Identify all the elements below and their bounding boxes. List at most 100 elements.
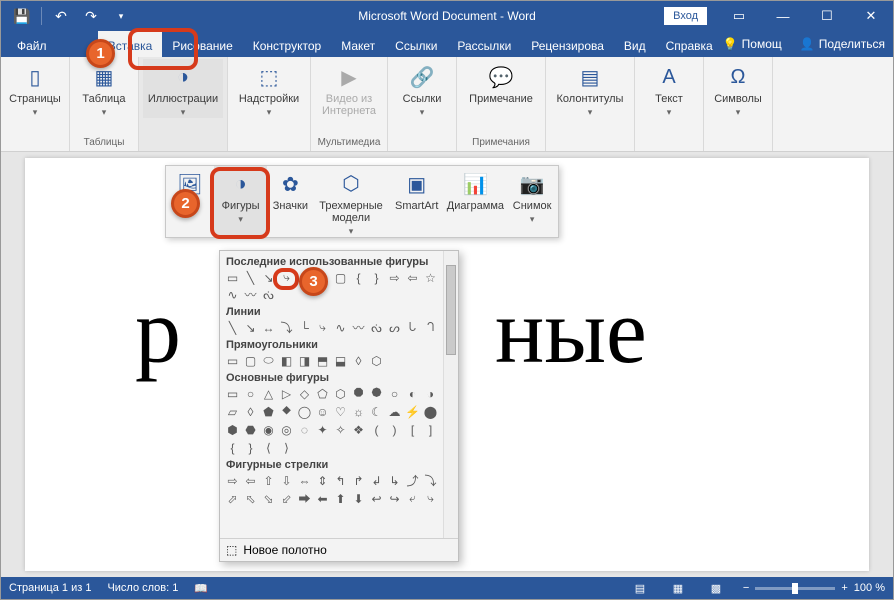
shape-item[interactable]: ⤴	[404, 472, 421, 489]
shape-item[interactable]: ⮕	[296, 490, 313, 507]
shape-item[interactable]: ♡	[332, 403, 349, 420]
status-page[interactable]: Страница 1 из 1	[9, 582, 91, 594]
shape-item[interactable]: ⬓	[332, 352, 349, 369]
close-button[interactable]: ✕	[849, 1, 893, 31]
smartart-button[interactable]: ▣ SmartArt	[389, 166, 445, 237]
shape-item[interactable]: ↔	[260, 319, 277, 336]
shape-item[interactable]: ᔔ	[368, 319, 385, 336]
shape-item[interactable]: ◇	[296, 385, 313, 402]
shape-item[interactable]: 〰	[350, 319, 367, 336]
shape-item[interactable]: ⯃	[350, 385, 367, 402]
shape-item[interactable]: ⇔	[296, 472, 313, 489]
shape-item[interactable]: ⬡	[368, 352, 385, 369]
illustrations-button[interactable]: ◑ Иллюстрации▾	[143, 59, 223, 118]
shape-item[interactable]: ◑	[422, 385, 439, 402]
shape-item[interactable]: ⯄	[368, 385, 385, 402]
shape-item[interactable]: )	[386, 421, 403, 438]
tab-view[interactable]: Вид	[614, 31, 656, 57]
shape-item[interactable]: ⬣	[242, 421, 259, 438]
shape-item[interactable]: ▱	[224, 403, 241, 420]
status-wordcount[interactable]: Число слов: 1	[107, 582, 178, 594]
shape-item[interactable]: ☁	[386, 403, 403, 420]
shape-item[interactable]: ↪	[386, 490, 403, 507]
shape-item[interactable]: ᘂ	[404, 319, 421, 336]
minimize-button[interactable]: —	[761, 1, 805, 31]
zoom-slider[interactable]	[755, 587, 835, 590]
shape-item[interactable]: ᔕ	[386, 319, 403, 336]
shape-item[interactable]: ⬀	[224, 490, 241, 507]
shape-roundrect[interactable]: ▢	[332, 269, 349, 286]
shape-item[interactable]: ⬇	[350, 490, 367, 507]
tab-mailings[interactable]: Рассылки	[447, 31, 521, 57]
addins-button[interactable]: ⬚ Надстройки▾	[232, 59, 306, 118]
links-button[interactable]: 🔗 Ссылки▾	[392, 59, 452, 118]
shape-item[interactable]: ☾	[368, 403, 385, 420]
tab-file[interactable]: Файл	[7, 31, 57, 57]
maximize-button[interactable]: ☐	[805, 1, 849, 31]
shape-item[interactable]: ○	[386, 385, 403, 402]
shape-arrow-l[interactable]: ⇦	[404, 269, 421, 286]
shape-scribble[interactable]: ᔔ	[260, 286, 277, 303]
shape-item[interactable]: ⬤	[422, 403, 439, 420]
shape-item[interactable]: ▢	[242, 352, 259, 369]
shape-item[interactable]: ◎	[278, 421, 295, 438]
shape-item[interactable]: ⬠	[314, 385, 331, 402]
shape-brace-l[interactable]: {	[350, 269, 367, 286]
shape-item[interactable]: ⇨	[224, 472, 241, 489]
tell-me[interactable]: Помощ	[742, 37, 782, 51]
shape-item[interactable]: ╲	[224, 319, 241, 336]
shape-item[interactable]: ⇧	[260, 472, 277, 489]
shape-item[interactable]: ◐	[404, 385, 421, 402]
shape-item[interactable]: ○	[242, 385, 259, 402]
shape-item[interactable]: ⤶	[404, 490, 421, 507]
tab-design[interactable]: Конструктор	[243, 31, 331, 57]
screenshot-button[interactable]: 📷 Снимок▾	[506, 166, 558, 237]
shape-item[interactable]: ⤵	[278, 319, 295, 336]
shape-item[interactable]: └	[296, 319, 313, 336]
shape-item[interactable]: ⤷	[314, 319, 331, 336]
shape-item[interactable]: ✧	[332, 421, 349, 438]
shape-item[interactable]: ⤷	[422, 490, 439, 507]
shape-item[interactable]: ↳	[386, 472, 403, 489]
shape-item[interactable]: ⬃	[278, 490, 295, 507]
shape-item[interactable]: ◯	[296, 403, 313, 420]
shape-item[interactable]: ⟩	[278, 439, 295, 456]
shape-line-arrow[interactable]: ↘	[260, 269, 277, 286]
comment-button[interactable]: 💬 Примечание	[461, 59, 541, 105]
shape-item[interactable]: ❖	[350, 421, 367, 438]
shape-item[interactable]: ⇩	[278, 472, 295, 489]
shape-item[interactable]: ↱	[350, 472, 367, 489]
shape-item[interactable]: ⚡	[404, 403, 421, 420]
shape-item[interactable]: ]	[422, 421, 439, 438]
zoom-in-button[interactable]: +	[841, 582, 847, 594]
tab-draw[interactable]: Рисование	[162, 31, 242, 57]
shape-item[interactable]: ↲	[368, 472, 385, 489]
shape-item[interactable]: ▷	[278, 385, 295, 402]
shape-item[interactable]: ⬒	[314, 352, 331, 369]
redo-icon[interactable]: ↷	[78, 3, 104, 29]
shape-item[interactable]: }	[242, 439, 259, 456]
shape-item[interactable]: ⇕	[314, 472, 331, 489]
save-icon[interactable]: 💾	[9, 3, 35, 29]
shape-connector[interactable]: ⤷	[278, 269, 295, 286]
shape-item[interactable]: {	[224, 439, 241, 456]
3d-models-button[interactable]: ⬡ Трехмерные модели▾	[313, 166, 389, 237]
shape-item[interactable]: △	[260, 385, 277, 402]
header-footer-button[interactable]: ▤ Колонтитулы▾	[550, 59, 630, 118]
shape-item[interactable]: ⬁	[242, 490, 259, 507]
shape-item[interactable]: ◌	[296, 421, 313, 438]
shape-curve[interactable]: ∿	[224, 286, 241, 303]
new-canvas-item[interactable]: ⬚ Новое полотно	[220, 538, 458, 561]
shape-item[interactable]: ⇦	[242, 472, 259, 489]
shape-item[interactable]: ⤵	[422, 472, 439, 489]
shape-item[interactable]: ☼	[350, 403, 367, 420]
shape-item[interactable]: ☺	[314, 403, 331, 420]
shape-item[interactable]: ◊	[350, 352, 367, 369]
shape-item[interactable]: ∿	[332, 319, 349, 336]
shape-item[interactable]: ⬅	[314, 490, 331, 507]
shape-item[interactable]: ▭	[224, 352, 241, 369]
shape-freeform[interactable]: 〰	[242, 286, 259, 303]
tab-review[interactable]: Рецензирова	[521, 31, 614, 57]
shape-item[interactable]: ✦	[314, 421, 331, 438]
shape-item[interactable]: ⬡	[332, 385, 349, 402]
